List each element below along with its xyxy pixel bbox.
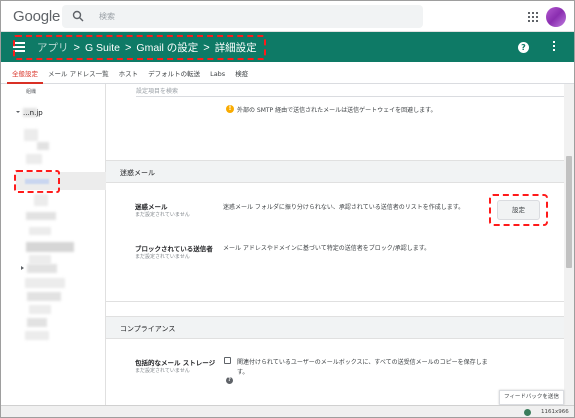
blurred-item <box>29 227 51 235</box>
breadcrumb-apps[interactable]: アプリ <box>37 40 69 55</box>
window-frame: Google 検索 アプリ > G Suite > Gmail の設定 > 詳細… <box>0 0 575 418</box>
breadcrumb-gsuite[interactable]: G Suite <box>85 42 120 54</box>
section-divider <box>106 301 564 302</box>
scrollbar-thumb[interactable] <box>566 156 572 268</box>
storage-checkbox[interactable] <box>224 357 231 364</box>
section-compliance-title: コンプライアンス <box>120 325 176 333</box>
storage-row-description-cont: す。 <box>237 369 249 376</box>
sidebar-label: 組織 <box>26 89 37 95</box>
breadcrumb: アプリ > G Suite > Gmail の設定 > 詳細設定 <box>13 35 266 60</box>
blurred-item <box>25 331 49 340</box>
search-box[interactable]: 検索 <box>62 5 423 28</box>
top-bar: Google 検索 <box>1 1 574 32</box>
blocked-senders-status: まだ設定されていません <box>135 254 190 260</box>
help-circle-icon[interactable]: ? <box>226 377 233 384</box>
breadcrumb-separator: > <box>203 41 210 54</box>
google-logo[interactable]: Google <box>13 8 60 25</box>
blurred-item <box>27 292 61 301</box>
breadcrumb-separator: > <box>73 41 80 54</box>
blurred-item <box>34 194 48 206</box>
blurred-item <box>27 264 57 273</box>
search-placeholder[interactable]: 検索 <box>99 11 115 22</box>
configure-button[interactable]: 設定 <box>497 200 540 220</box>
more-vert-icon[interactable] <box>553 41 556 53</box>
blurred-item <box>37 142 49 150</box>
filter-underline <box>136 96 566 97</box>
breadcrumb-separator: > <box>124 41 132 54</box>
search-icon[interactable] <box>72 10 84 22</box>
tab-hosts[interactable]: ホスト <box>114 62 144 84</box>
settings-filter-input[interactable]: 設定項目を検索 <box>136 86 178 95</box>
smtp-info-text: 外部の SMTP 経由で送信されたメールは送信ゲートウェイを回避します。 <box>237 107 437 114</box>
apps-grid-icon[interactable] <box>528 12 538 22</box>
section-spam-title: 迷惑メール <box>120 169 155 177</box>
blurred-item <box>29 255 51 264</box>
admin-header-bar: アプリ > G Suite > Gmail の設定 > 詳細設定 ? <box>1 32 574 62</box>
tab-general[interactable]: 全般設定 <box>7 62 43 84</box>
blocked-senders-description: メール アドレスやドメインに基づいて特定の送信者をブロック/承認します。 <box>223 245 431 252</box>
help-icon[interactable]: ? <box>518 42 529 53</box>
blurred-item <box>29 305 51 314</box>
selected-org-highlight <box>14 170 60 193</box>
storage-row-title: 包括的なメール ストレージ <box>135 359 216 367</box>
blurred-item <box>27 318 47 327</box>
spam-row-title: 迷惑メール <box>135 203 168 211</box>
status-indicator-icon <box>524 409 531 416</box>
sidebar-domain[interactable]: ...n.jp <box>23 109 43 117</box>
breadcrumb-advanced-settings: 詳細設定 <box>214 42 257 54</box>
expand-arrow-icon[interactable] <box>16 111 20 113</box>
breadcrumb-gmail-settings[interactable]: Gmail の設定 <box>136 40 198 55</box>
feedback-button[interactable]: フィードバックを送信 <box>499 390 564 405</box>
spam-row-description: 迷惑メール フォルダに振り分けられない、承認されている送信者のリストを作成します… <box>223 204 465 211</box>
blurred-item <box>26 212 56 220</box>
storage-row-status: まだ設定されていません <box>135 368 190 374</box>
tab-default-routing[interactable]: デフォルトの転送 <box>143 62 205 84</box>
settings-tabs: 全般設定 メール アドレス一覧 ホスト デフォルトの転送 Labs 検疫 <box>1 62 574 84</box>
tab-addresses[interactable]: メール アドレス一覧 <box>43 62 114 84</box>
status-bar: 1161x966 <box>1 405 574 417</box>
info-icon: ! <box>226 105 234 113</box>
blurred-item <box>25 278 65 288</box>
org-unit-sidebar: 組織 ...n.jp <box>1 84 106 405</box>
storage-row-description: 関連付けられているユーザーのメールボックスに、すべての送受信メールのコピーを保存… <box>237 359 488 366</box>
blurred-item <box>24 129 38 141</box>
blocked-senders-title: ブロックされている送信者 <box>135 245 213 253</box>
tab-quarantine[interactable]: 検疫 <box>230 62 253 84</box>
expand-arrow-icon[interactable] <box>21 266 24 270</box>
tab-labs[interactable]: Labs <box>205 62 230 84</box>
section-spam-header[interactable] <box>106 160 564 183</box>
viewport-dimensions: 1161x966 <box>541 409 569 415</box>
blurred-item <box>26 154 42 164</box>
avatar[interactable] <box>546 7 566 27</box>
spam-row-status: まだ設定されていません <box>135 212 190 218</box>
blurred-item <box>26 242 74 252</box>
